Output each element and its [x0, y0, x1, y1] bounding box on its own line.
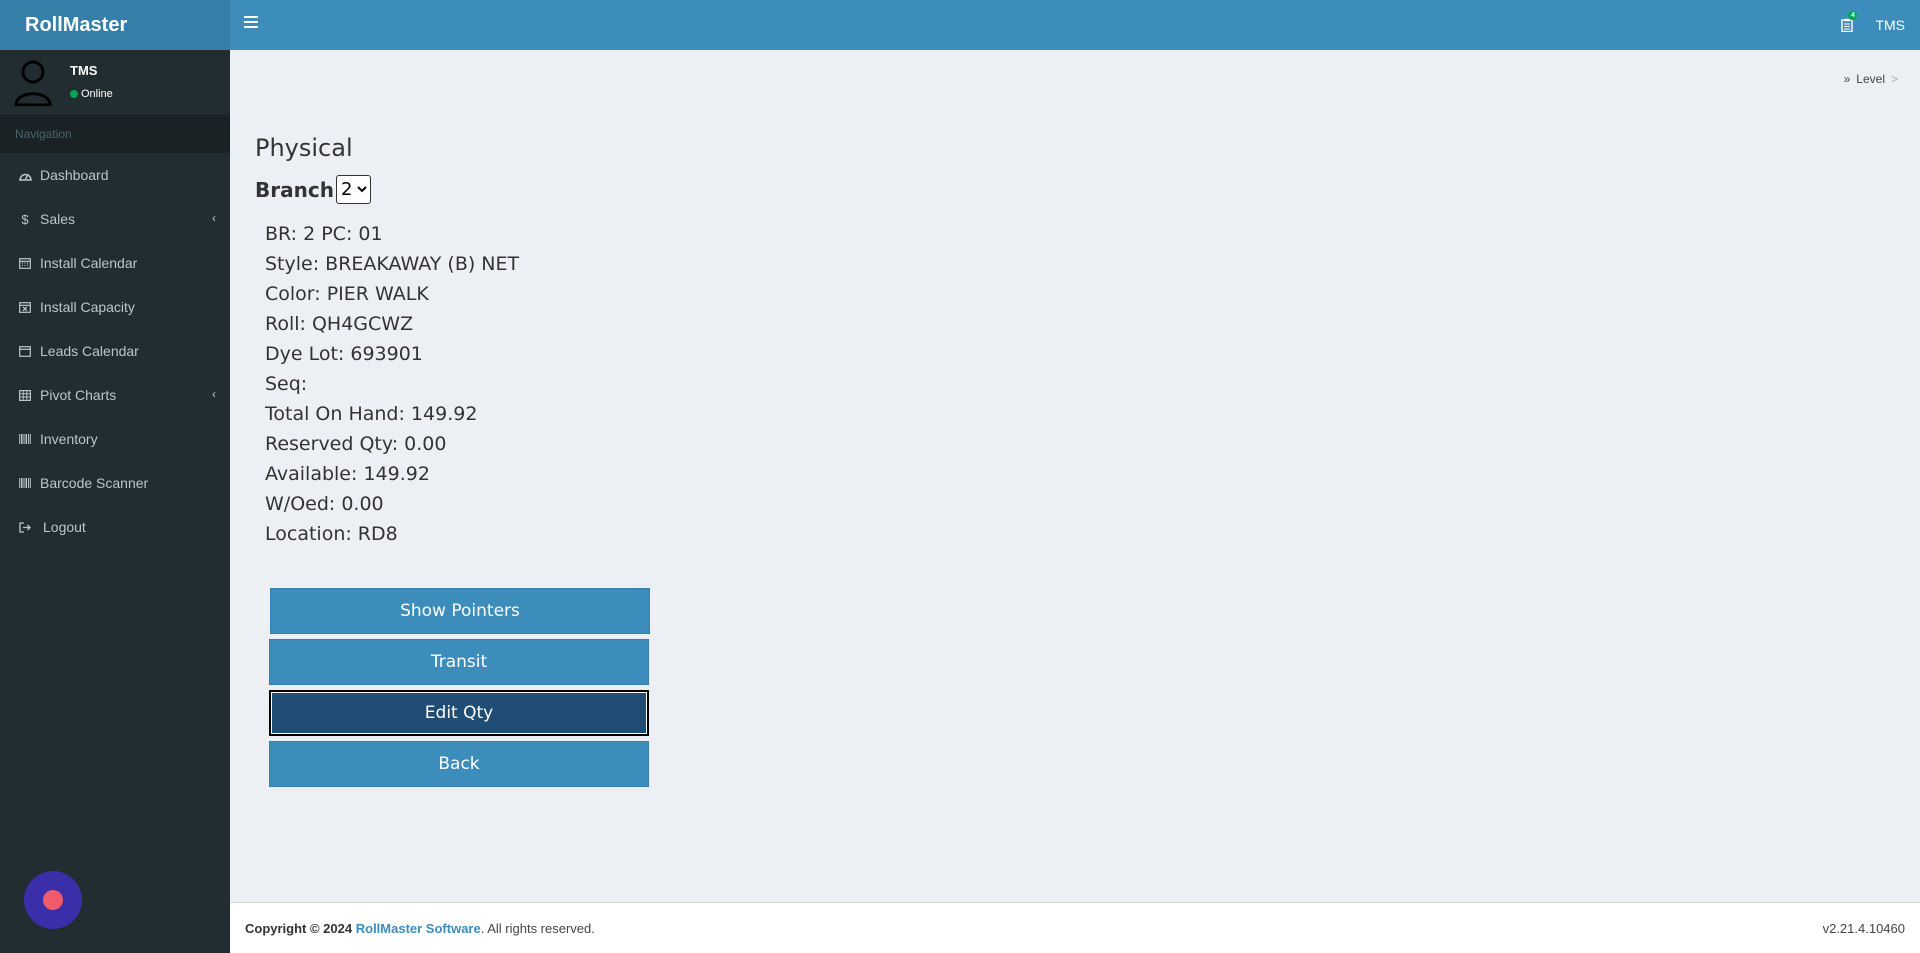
calendar-x-icon	[18, 300, 32, 314]
sidebar-item-install-capacity[interactable]: Install Capacity	[0, 285, 230, 329]
sidebar-item-label: Inventory	[40, 431, 98, 447]
roll-details: BR: 2 PC: 01 Style: BREAKAWAY (B) NET Co…	[265, 219, 519, 549]
nav-header: Navigation	[0, 115, 230, 153]
sign-out-icon	[18, 520, 32, 534]
sidebar-item-dashboard[interactable]: Dashboard	[0, 153, 230, 197]
breadcrumb-separator: >	[1890, 72, 1898, 86]
edit-qty-button[interactable]: Edit Qty	[269, 690, 649, 736]
notifications-button[interactable]: 4	[1827, 0, 1867, 50]
detail-seq: Seq:	[265, 373, 308, 395]
footer: Copyright © 2024 RollMaster Software. Al…	[230, 902, 1920, 953]
branch-label: Branch	[255, 177, 334, 202]
online-status-icon	[70, 90, 78, 98]
rights-text: . All rights reserved.	[480, 921, 595, 936]
sidebar-item-label: Install Calendar	[40, 255, 138, 271]
detail-total-on-hand: Total On Hand: 149.92	[265, 403, 478, 425]
detail-reserved-qty: Reserved Qty: 0.00	[265, 433, 447, 455]
sidebar-item-pivot-charts[interactable]: Pivot Charts ‹	[0, 373, 230, 417]
dashboard-icon	[18, 168, 32, 182]
sidebar-item-barcode-scanner[interactable]: Barcode Scanner	[0, 461, 230, 505]
app-version: v2.21.4.10460	[1822, 921, 1905, 936]
avatar	[14, 60, 52, 106]
clipboard-icon	[1841, 18, 1854, 32]
sidebar-item-label: Dashboard	[40, 167, 109, 183]
transit-button[interactable]: Transit	[269, 639, 649, 685]
company-link[interactable]: RollMaster Software	[356, 921, 481, 936]
detail-available: Available: 149.92	[265, 463, 430, 485]
page-title: Physical	[255, 134, 353, 162]
footer-copyright: Copyright © 2024 RollMaster Software. Al…	[245, 921, 595, 936]
top-navbar: 4 TMS	[230, 0, 1920, 50]
barcode-icon	[18, 476, 32, 490]
sidebar-item-install-calendar[interactable]: Install Calendar	[0, 241, 230, 285]
user-name: TMS	[70, 63, 98, 78]
sidebar-item-label: Sales	[40, 211, 76, 227]
chevron-left-icon: ‹	[212, 387, 216, 401]
calendar-empty-icon	[18, 344, 32, 358]
user-status: Online	[70, 88, 113, 100]
sidebar-item-label: Logout	[43, 519, 86, 535]
sidebar-item-label: Pivot Charts	[40, 387, 117, 403]
sidebar-item-label: Install Capacity	[40, 299, 135, 315]
chat-icon	[43, 890, 63, 910]
user-menu[interactable]: TMS	[1867, 17, 1920, 33]
table-icon	[18, 388, 32, 402]
branch-select[interactable]: 2	[335, 175, 371, 204]
notification-count-badge: 4	[1848, 11, 1858, 20]
double-chevron-icon: »	[1843, 72, 1851, 86]
user-panel: TMS Online	[0, 50, 230, 115]
sidebar-item-logout[interactable]: Logout	[0, 505, 230, 549]
show-pointers-button[interactable]: Show Pointers	[270, 588, 650, 634]
sidebar-item-leads-calendar[interactable]: Leads Calendar	[0, 329, 230, 373]
sidebar-item-label: Barcode Scanner	[40, 475, 149, 491]
barcode-icon	[18, 432, 32, 446]
copyright-text: Copyright © 2024	[245, 921, 353, 936]
detail-color: Color: PIER WALK	[265, 283, 429, 305]
sidebar: TMS Online Navigation Dashboard $ Sales …	[0, 50, 230, 953]
sidebar-item-label: Leads Calendar	[40, 343, 139, 359]
detail-style: Style: BREAKAWAY (B) NET	[265, 253, 520, 275]
detail-woed: W/Oed: 0.00	[265, 493, 384, 515]
app-logo[interactable]: RollMaster	[0, 0, 230, 50]
sidebar-toggle-icon[interactable]	[244, 16, 258, 30]
detail-dye-lot: Dye Lot: 693901	[265, 343, 423, 365]
detail-branch-pc: BR: 2 PC: 01	[265, 223, 383, 245]
breadcrumb: » Level >	[1844, 72, 1898, 86]
back-button[interactable]: Back	[269, 741, 649, 787]
breadcrumb-item[interactable]: Level	[1856, 72, 1885, 86]
user-status-label: Online	[81, 88, 113, 100]
branch-row: Branch 2	[255, 175, 371, 204]
chat-widget-button[interactable]	[24, 871, 82, 929]
sidebar-item-sales[interactable]: $ Sales ‹	[0, 197, 230, 241]
detail-location: Location: RD8	[265, 523, 398, 545]
dollar-icon: $	[21, 211, 29, 227]
sidebar-item-inventory[interactable]: Inventory	[0, 417, 230, 461]
calendar-icon	[18, 256, 32, 270]
detail-roll: Roll: QH4GCWZ	[265, 313, 414, 335]
chevron-left-icon: ‹	[212, 211, 216, 225]
